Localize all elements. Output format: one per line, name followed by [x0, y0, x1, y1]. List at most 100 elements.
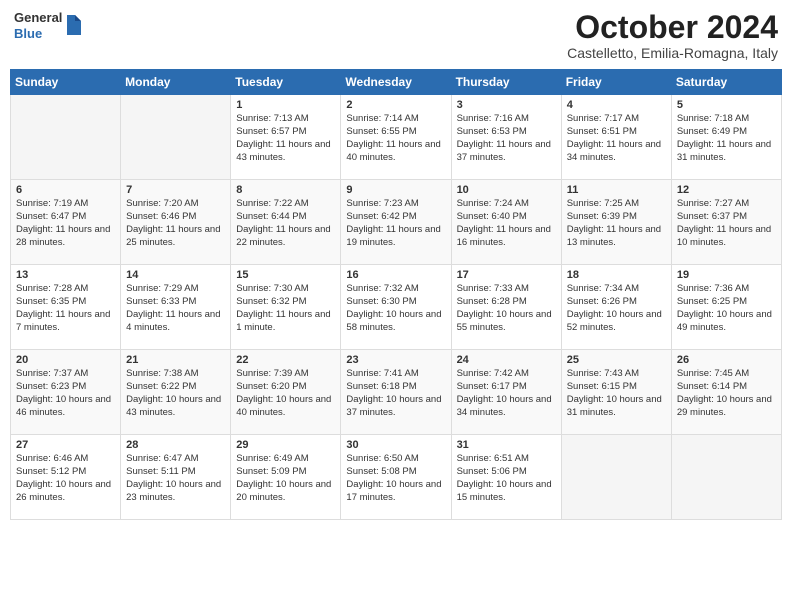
calendar-cell: 5Sunrise: 7:18 AM Sunset: 6:49 PM Daylig… — [671, 95, 781, 180]
day-number: 17 — [457, 269, 556, 281]
day-number: 13 — [16, 269, 115, 281]
day-info: Sunrise: 7:30 AM Sunset: 6:32 PM Dayligh… — [236, 283, 335, 334]
calendar-cell: 13Sunrise: 7:28 AM Sunset: 6:35 PM Dayli… — [11, 265, 121, 350]
logo-line1: General — [14, 10, 62, 26]
day-number: 7 — [126, 184, 225, 196]
day-info: Sunrise: 7:16 AM Sunset: 6:53 PM Dayligh… — [457, 113, 556, 164]
day-info: Sunrise: 7:41 AM Sunset: 6:18 PM Dayligh… — [346, 368, 445, 419]
day-info: Sunrise: 7:24 AM Sunset: 6:40 PM Dayligh… — [457, 198, 556, 249]
day-header-monday: Monday — [121, 70, 231, 95]
day-info: Sunrise: 6:50 AM Sunset: 5:08 PM Dayligh… — [346, 453, 445, 504]
calendar-cell: 2 Sunrise: 7:14 AM Sunset: 6:55 PM Daylig… — [341, 95, 451, 180]
day-number: 18 — [567, 269, 666, 281]
day-info: Sunrise: 7:13 AM Sunset: 6:57 PM Dayligh… — [236, 113, 335, 164]
day-number: 29 — [236, 439, 335, 451]
logo-icon — [65, 15, 83, 37]
day-info: Sunrise: 7:39 AM Sunset: 6:20 PM Dayligh… — [236, 368, 335, 419]
logo-line2: Blue — [14, 26, 62, 42]
day-header-tuesday: Tuesday — [231, 70, 341, 95]
day-info: Sunrise: 7:34 AM Sunset: 6:26 PM Dayligh… — [567, 283, 666, 334]
calendar-cell: 20Sunrise: 7:37 AM Sunset: 6:23 PM Dayli… — [11, 350, 121, 435]
page-header: General Blue October 2024 Castelletto, E… — [10, 10, 782, 61]
day-header-sunday: Sunday — [11, 70, 121, 95]
calendar-cell — [121, 95, 231, 180]
day-info: Sunrise: 7:43 AM Sunset: 6:15 PM Dayligh… — [567, 368, 666, 419]
day-info: Sunrise: 7:32 AM Sunset: 6:30 PM Dayligh… — [346, 283, 445, 334]
calendar-cell: 12Sunrise: 7:27 AM Sunset: 6:37 PM Dayli… — [671, 180, 781, 265]
day-number: 21 — [126, 354, 225, 366]
day-number: 9 — [346, 184, 445, 196]
day-info: Sunrise: 7:20 AM Sunset: 6:46 PM Dayligh… — [126, 198, 225, 249]
day-info: Sunrise: 6:47 AM Sunset: 5:11 PM Dayligh… — [126, 453, 225, 504]
day-number: 31 — [457, 439, 556, 451]
calendar-cell: 28Sunrise: 6:47 AM Sunset: 5:11 PM Dayli… — [121, 435, 231, 520]
day-header-thursday: Thursday — [451, 70, 561, 95]
day-info: Sunrise: 7:17 AM Sunset: 6:51 PM Dayligh… — [567, 113, 666, 164]
day-number: 10 — [457, 184, 556, 196]
day-info: Sunrise: 7:29 AM Sunset: 6:33 PM Dayligh… — [126, 283, 225, 334]
calendar-cell: 7 Sunrise: 7:20 AM Sunset: 6:46 PM Daylig… — [121, 180, 231, 265]
day-number: 27 — [16, 439, 115, 451]
day-number: 1 — [236, 99, 335, 111]
day-number: 20 — [16, 354, 115, 366]
logo: General Blue — [14, 10, 83, 41]
week-row-5: 27 Sunrise: 6:46 AM Sunset: 5:12 PM Dayli… — [11, 435, 782, 520]
day-number: 22 — [236, 354, 335, 366]
day-number: 11 — [567, 184, 666, 196]
calendar-cell: 11 Sunrise: 7:25 AM Sunset: 6:39 PM Dayli… — [561, 180, 671, 265]
day-info: Sunrise: 6:46 AM Sunset: 5:12 PM Dayligh… — [16, 453, 115, 504]
calendar-cell: 6Sunrise: 7:19 AM Sunset: 6:47 PM Daylig… — [11, 180, 121, 265]
day-info: Sunrise: 7:22 AM Sunset: 6:44 PM Dayligh… — [236, 198, 335, 249]
day-number: 3 — [457, 99, 556, 111]
day-number: 5 — [677, 99, 776, 111]
days-header-row: SundayMondayTuesdayWednesdayThursdayFrid… — [11, 70, 782, 95]
day-number: 30 — [346, 439, 445, 451]
day-number: 25 — [567, 354, 666, 366]
day-info: Sunrise: 6:51 AM Sunset: 5:06 PM Dayligh… — [457, 453, 556, 504]
calendar-cell: 14Sunrise: 7:29 AM Sunset: 6:33 PM Dayli… — [121, 265, 231, 350]
calendar-cell: 25 Sunrise: 7:43 AM Sunset: 6:15 PM Dayli… — [561, 350, 671, 435]
day-info: Sunrise: 7:42 AM Sunset: 6:17 PM Dayligh… — [457, 368, 556, 419]
calendar-cell: 23Sunrise: 7:41 AM Sunset: 6:18 PM Dayli… — [341, 350, 451, 435]
day-number: 16 — [346, 269, 445, 281]
calendar-cell: 9Sunrise: 7:23 AM Sunset: 6:42 PM Daylig… — [341, 180, 451, 265]
calendar-cell: 19Sunrise: 7:36 AM Sunset: 6:25 PM Dayli… — [671, 265, 781, 350]
day-number: 4 — [567, 99, 666, 111]
calendar-cell: 26 Sunrise: 7:45 AM Sunset: 6:14 PM Dayli… — [671, 350, 781, 435]
calendar-cell — [671, 435, 781, 520]
calendar-cell: 16 Sunrise: 7:32 AM Sunset: 6:30 PM Dayli… — [341, 265, 451, 350]
day-info: Sunrise: 7:14 AM Sunset: 6:55 PM Dayligh… — [346, 113, 445, 164]
week-row-2: 6Sunrise: 7:19 AM Sunset: 6:47 PM Daylig… — [11, 180, 782, 265]
calendar-cell: 24 Sunrise: 7:42 AM Sunset: 6:17 PM Dayli… — [451, 350, 561, 435]
calendar-cell: 4 Sunrise: 7:17 AM Sunset: 6:51 PM Daylig… — [561, 95, 671, 180]
day-info: Sunrise: 7:45 AM Sunset: 6:14 PM Dayligh… — [677, 368, 776, 419]
calendar-cell: 29 Sunrise: 6:49 AM Sunset: 5:09 PM Dayli… — [231, 435, 341, 520]
calendar-cell: 21 Sunrise: 7:38 AM Sunset: 6:22 PM Dayli… — [121, 350, 231, 435]
day-info: Sunrise: 6:49 AM Sunset: 5:09 PM Dayligh… — [236, 453, 335, 504]
day-number: 26 — [677, 354, 776, 366]
calendar-cell: 15 Sunrise: 7:30 AM Sunset: 6:32 PM Dayli… — [231, 265, 341, 350]
day-number: 2 — [346, 99, 445, 111]
day-info: Sunrise: 7:25 AM Sunset: 6:39 PM Dayligh… — [567, 198, 666, 249]
calendar-cell: 1 Sunrise: 7:13 AM Sunset: 6:57 PM Daylig… — [231, 95, 341, 180]
week-row-1: 1 Sunrise: 7:13 AM Sunset: 6:57 PM Daylig… — [11, 95, 782, 180]
location: Castelletto, Emilia-Romagna, Italy — [567, 45, 778, 61]
day-info: Sunrise: 7:36 AM Sunset: 6:25 PM Dayligh… — [677, 283, 776, 334]
day-header-saturday: Saturday — [671, 70, 781, 95]
month-title: October 2024 — [567, 10, 778, 45]
day-number: 15 — [236, 269, 335, 281]
title-section: October 2024 Castelletto, Emilia-Romagna… — [567, 10, 778, 61]
calendar-cell: 27 Sunrise: 6:46 AM Sunset: 5:12 PM Dayli… — [11, 435, 121, 520]
day-info: Sunrise: 7:38 AM Sunset: 6:22 PM Dayligh… — [126, 368, 225, 419]
day-number: 24 — [457, 354, 556, 366]
day-number: 8 — [236, 184, 335, 196]
calendar-cell: 10 Sunrise: 7:24 AM Sunset: 6:40 PM Dayli… — [451, 180, 561, 265]
calendar-cell: 3 Sunrise: 7:16 AM Sunset: 6:53 PM Daylig… — [451, 95, 561, 180]
calendar-table: SundayMondayTuesdayWednesdayThursdayFrid… — [10, 69, 782, 520]
day-number: 12 — [677, 184, 776, 196]
day-header-friday: Friday — [561, 70, 671, 95]
day-info: Sunrise: 7:19 AM Sunset: 6:47 PM Dayligh… — [16, 198, 115, 249]
day-info: Sunrise: 7:33 AM Sunset: 6:28 PM Dayligh… — [457, 283, 556, 334]
day-header-wednesday: Wednesday — [341, 70, 451, 95]
calendar-cell: 22 Sunrise: 7:39 AM Sunset: 6:20 PM Dayli… — [231, 350, 341, 435]
